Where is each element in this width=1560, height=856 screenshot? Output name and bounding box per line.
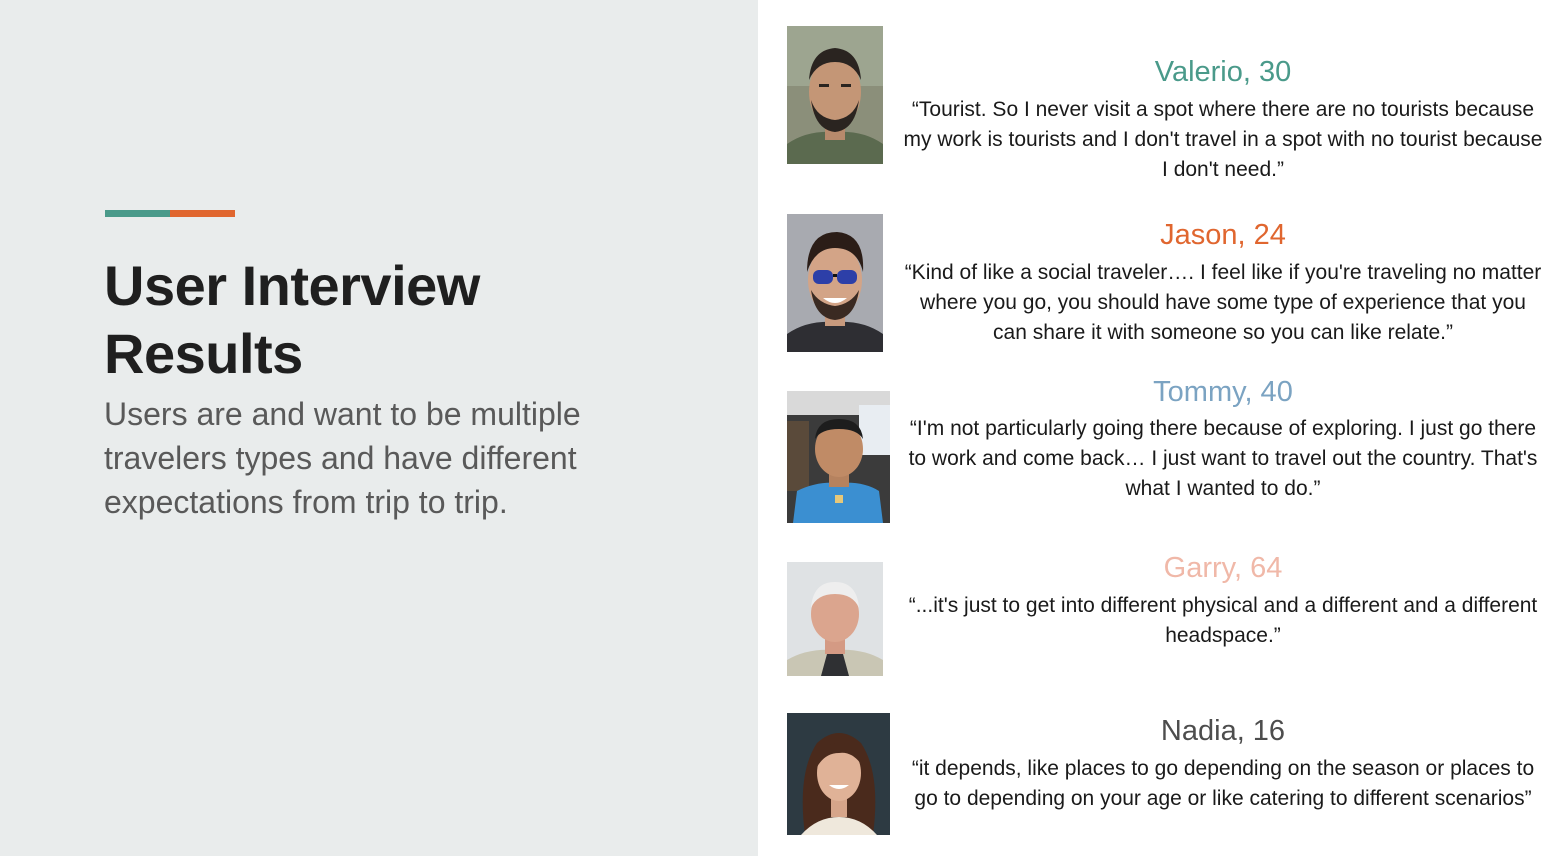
title-line-1: User Interview (104, 254, 480, 317)
accent-bar-teal (105, 210, 170, 217)
accent-bar-orange (170, 210, 235, 217)
accent-bar (105, 210, 235, 217)
man-sunglasses-portrait-icon (787, 214, 883, 352)
interviewee-name: Tommy, 40 (1153, 376, 1293, 408)
title-line-2: Results (104, 322, 303, 385)
interviewee-name: Nadia, 16 (1160, 715, 1286, 747)
interview-quote: “I'm not particularly going there becaus… (908, 417, 1538, 500)
interview-quote: “Kind of like a social traveler…. I feel… (904, 261, 1542, 344)
left-panel: User Interview Results Users are and wan… (0, 0, 758, 856)
page-title: User Interview Results (104, 252, 704, 388)
interview-quote: “it depends, like places to go depending… (911, 757, 1535, 810)
interviewee-name: Valerio, 30 (1154, 56, 1292, 88)
slide: User Interview Results Users are and wan… (0, 0, 1560, 856)
interview-quote: “...it's just to get into different phys… (908, 594, 1538, 647)
woman-smiling-portrait-icon (787, 713, 890, 835)
older-man-portrait-icon (787, 562, 883, 676)
interview-quote: “Tourist. So I never visit a spot where … (903, 98, 1543, 181)
page-subtitle: Users are and want to be multiple travel… (104, 396, 581, 520)
interviewee-name: Jason, 24 (1160, 219, 1286, 251)
man-beard-portrait-icon (787, 26, 883, 164)
man-blue-shirt-portrait-icon (787, 391, 890, 523)
interviewee-name: Garry, 64 (1163, 552, 1283, 584)
